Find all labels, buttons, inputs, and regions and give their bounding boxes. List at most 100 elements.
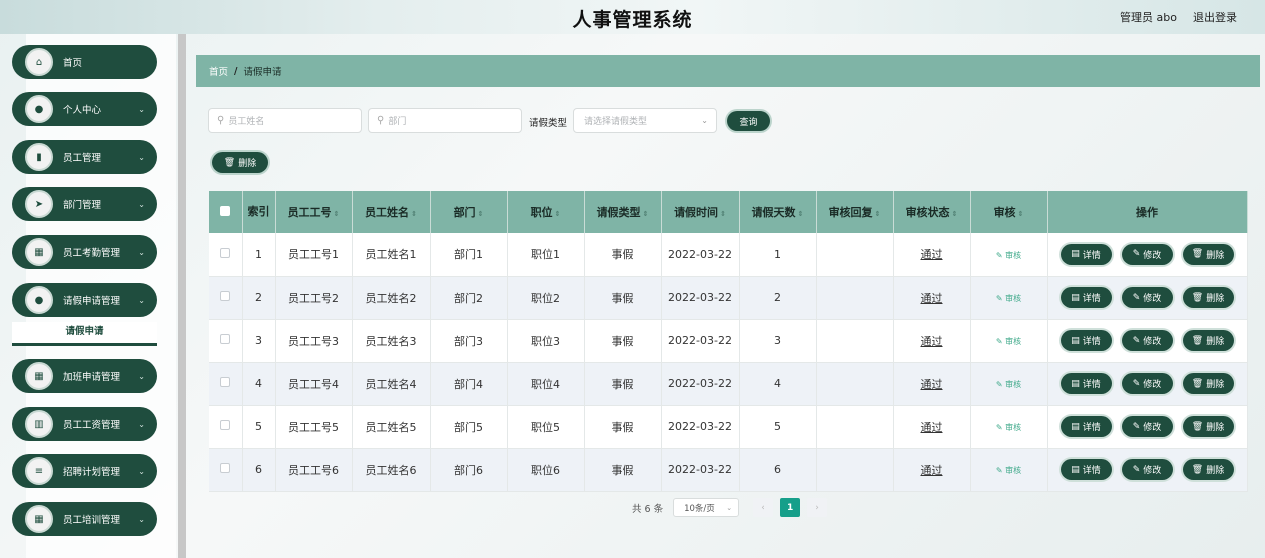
page-size-select[interactable]: 10条/页 ⌄ [673, 498, 740, 517]
sidebar-item[interactable]: ▦ 员工培训管理 ⌄ [12, 502, 157, 536]
employee-name-search-input[interactable]: ⚲ 员工姓名 [208, 108, 362, 133]
select-all-cell[interactable] [209, 191, 243, 233]
detail-button[interactable]: ▤ 详情 [1060, 243, 1112, 265]
row-checkbox[interactable] [220, 291, 231, 301]
column-header[interactable]: 部门 ⇕ [430, 191, 508, 233]
row-checkbox[interactable] [220, 463, 231, 473]
sort-icon[interactable]: ⇕ [875, 210, 881, 218]
detail-button[interactable]: ▤ 详情 [1060, 330, 1112, 351]
column-header[interactable]: 审核状态 ⇕ [893, 191, 971, 233]
column-header[interactable]: 请假时间 ⇕ [661, 191, 740, 233]
sort-icon[interactable]: ⇕ [720, 210, 726, 218]
audit-link-label: 审核 [1005, 423, 1022, 432]
row-select-cell[interactable] [209, 233, 243, 277]
row-checkbox[interactable] [220, 420, 231, 430]
delete-button[interactable]: 🗑 删除 [1182, 373, 1234, 394]
audit-link[interactable]: ✎ 审核 [996, 294, 1021, 303]
row-select-cell[interactable] [209, 319, 243, 363]
logout-link[interactable]: 退出登录 [1193, 9, 1237, 25]
sidebar-item[interactable]: ▦ 员工考勤管理 ⌄ [12, 235, 157, 269]
edit-icon: ✎ [1132, 292, 1141, 303]
chevron-down-icon[interactable]: ⌄ [138, 200, 145, 209]
sidebar-item[interactable]: ➤ 部门管理 ⌄ [12, 187, 157, 221]
audit-link[interactable]: ✎ 审核 [996, 337, 1021, 346]
row-checkbox[interactable] [220, 377, 231, 387]
edit-button[interactable]: ✎ 修改 [1121, 287, 1173, 308]
edit-button[interactable]: ✎ 修改 [1121, 459, 1173, 480]
edit-icon: ✎ [1132, 335, 1141, 346]
column-header[interactable]: 员工工号 ⇕ [275, 191, 353, 233]
cell-reply [816, 405, 894, 449]
sort-icon[interactable]: ⇕ [798, 210, 804, 218]
current-user[interactable]: 管理员 abo [1120, 9, 1177, 25]
delete-button[interactable]: 🗑 删除 [1182, 243, 1234, 265]
chevron-down-icon[interactable]: ⌄ [138, 467, 145, 476]
leave-type-select[interactable]: 请选择请假类型 ⌄ [573, 108, 717, 133]
sidebar-item[interactable]: ▦ 加班申请管理 ⌄ [12, 359, 157, 393]
prev-page-button[interactable]: ‹ [753, 498, 774, 517]
row-checkbox[interactable] [220, 334, 231, 344]
edit-button[interactable]: ✎ 修改 [1121, 243, 1173, 265]
next-page-button[interactable]: › [807, 498, 828, 517]
sort-icon[interactable]: ⇕ [1018, 210, 1024, 218]
column-header[interactable]: 审核回复 ⇕ [816, 191, 894, 233]
chevron-down-icon[interactable]: ⌄ [138, 515, 145, 524]
sidebar-item[interactable]: ⌂ 首页 [12, 45, 157, 79]
row-checkbox[interactable] [220, 247, 231, 258]
column-header[interactable]: 审核 ⇕ [970, 191, 1048, 233]
chevron-down-icon[interactable]: ⌄ [138, 372, 145, 381]
sidebar-scrollbar[interactable] [178, 34, 186, 558]
sort-icon[interactable]: ⇕ [952, 210, 958, 218]
chevron-down-icon[interactable]: ⌄ [138, 420, 145, 429]
cell-position: 职位5 [507, 405, 585, 449]
person-icon: ● [25, 286, 53, 314]
row-select-cell[interactable] [209, 405, 243, 449]
sidebar-item[interactable]: ● 个人中心 ⌄ [12, 92, 157, 126]
edit-button[interactable]: ✎ 修改 [1121, 373, 1173, 394]
sort-icon[interactable]: ⇕ [334, 210, 340, 218]
detail-button[interactable]: ▤ 详情 [1060, 373, 1112, 394]
sort-icon[interactable]: ⇕ [555, 210, 561, 218]
column-header[interactable]: 请假天数 ⇕ [739, 191, 817, 233]
department-search-input[interactable]: ⚲ 部门 [368, 108, 522, 133]
sort-icon[interactable]: ⇕ [411, 210, 417, 218]
chevron-down-icon[interactable]: ⌄ [138, 105, 145, 114]
delete-button[interactable]: 🗑 删除 [1182, 416, 1234, 437]
delete-button[interactable]: 🗑 删除 [1182, 459, 1234, 480]
audit-link[interactable]: ✎ 审核 [996, 251, 1021, 260]
sidebar-item[interactable]: ▥ 员工工资管理 ⌄ [12, 407, 157, 441]
column-header[interactable]: 请假类型 ⇕ [584, 191, 662, 233]
page-number-current[interactable]: 1 [780, 498, 801, 517]
sidebar-item[interactable]: ▮ 员工管理 ⌄ [12, 140, 157, 174]
sidebar-item[interactable]: ● 请假申请管理 ⌄ [12, 283, 157, 317]
sort-icon[interactable]: ⇕ [478, 210, 484, 218]
table-row: 4 员工工号4 员工姓名4 部门4 职位4 事假 2022-03-22 4 通过 ✎ 审核 ▤ 详情 ✎… [209, 362, 1248, 406]
audit-link[interactable]: ✎ 审核 [996, 380, 1021, 389]
submenu-item-leave-request[interactable]: 请假申请 [12, 322, 157, 346]
table-row: 2 员工工号2 员工姓名2 部门2 职位2 事假 2022-03-22 2 通过 ✎ 审核 ▤ 详情 ✎… [209, 276, 1248, 320]
column-header[interactable]: 员工姓名 ⇕ [352, 191, 431, 233]
detail-button[interactable]: ▤ 详情 [1060, 416, 1112, 437]
audit-link[interactable]: ✎ 审核 [996, 466, 1021, 475]
chevron-down-icon[interactable]: ⌄ [138, 296, 145, 305]
batch-delete-button[interactable]: 🗑 删除 [212, 152, 268, 173]
sort-icon[interactable]: ⇕ [643, 210, 649, 218]
delete-button[interactable]: 🗑 删除 [1182, 330, 1234, 351]
detail-button[interactable]: ▤ 详情 [1060, 287, 1112, 308]
audit-link[interactable]: ✎ 审核 [996, 423, 1021, 432]
chevron-down-icon[interactable]: ⌄ [138, 153, 145, 162]
chevron-down-icon[interactable]: ⌄ [138, 248, 145, 257]
query-button[interactable]: 查询 [727, 111, 770, 131]
row-select-cell[interactable] [209, 276, 243, 320]
breadcrumb-home[interactable]: 首页 [209, 64, 228, 78]
row-select-cell[interactable] [209, 448, 243, 492]
detail-button[interactable]: ▤ 详情 [1060, 459, 1112, 480]
sidebar-item[interactable]: ≡ 招聘计划管理 ⌄ [12, 454, 157, 488]
column-header[interactable]: 职位 ⇕ [507, 191, 585, 233]
edit-button[interactable]: ✎ 修改 [1121, 330, 1173, 351]
cell-index: 1 [242, 233, 276, 277]
row-select-cell[interactable] [209, 362, 243, 406]
delete-button[interactable]: 🗑 删除 [1182, 287, 1234, 308]
select-all-checkbox[interactable] [220, 205, 231, 216]
edit-button[interactable]: ✎ 修改 [1121, 416, 1173, 437]
